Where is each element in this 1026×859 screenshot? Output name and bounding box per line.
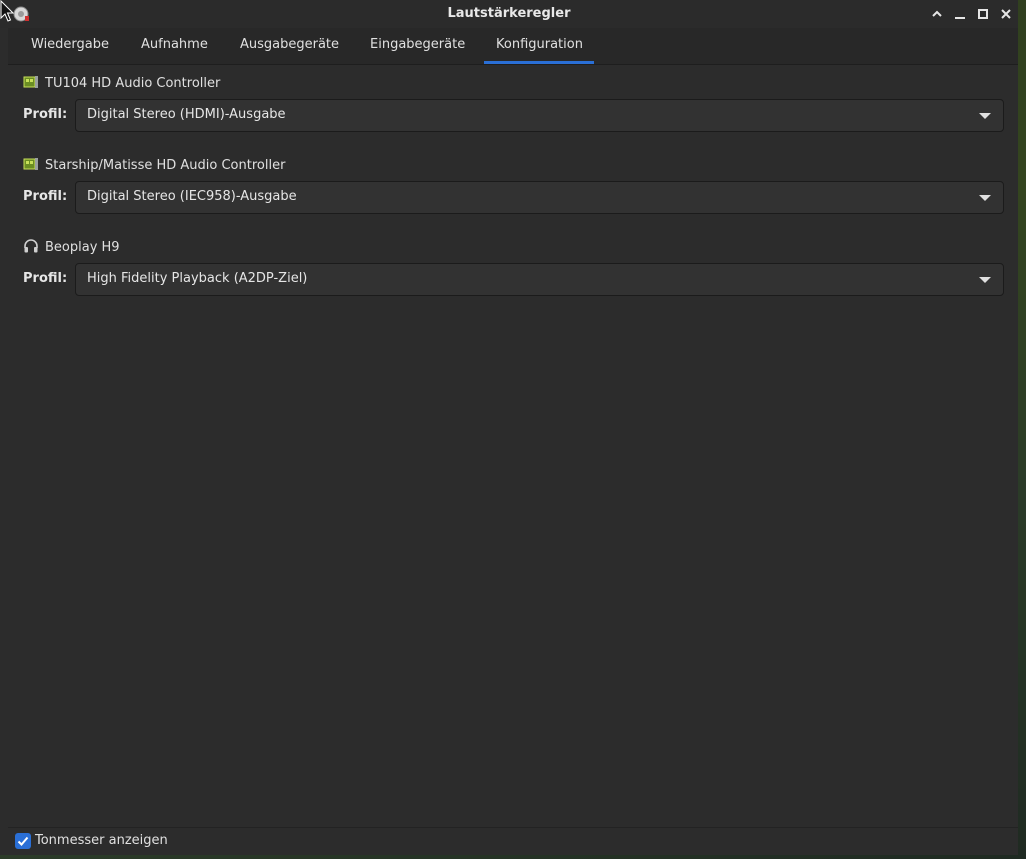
profile-select-value: Digital Stereo (IEC958)-Ausgabe: [87, 189, 297, 204]
show-meters-label[interactable]: Tonmesser anzeigen: [35, 833, 168, 848]
chevron-down-icon: [979, 113, 991, 119]
profile-select-value: High Fidelity Playback (A2DP-Ziel): [87, 271, 308, 286]
tab-wiedergabe[interactable]: Wiedergabe: [19, 28, 121, 64]
profile-label: Profil:: [23, 189, 68, 204]
headphones-icon: [24, 239, 38, 253]
tab-konfiguration[interactable]: Konfiguration: [484, 28, 594, 64]
chevron-down-icon: [979, 195, 991, 201]
tab-bar: Wiedergabe Aufnahme Ausgabegeräte Eingab…: [8, 28, 1018, 65]
sound-card-icon: [23, 158, 38, 170]
close-icon[interactable]: [998, 6, 1014, 22]
tab-eingabegeraete[interactable]: Eingabegeräte: [358, 28, 477, 64]
window-title: Lautstärkeregler: [447, 6, 571, 21]
profile-select-starship-matisse[interactable]: Digital Stereo (IEC958)-Ausgabe: [75, 181, 1004, 214]
chevron-up-icon[interactable]: [929, 6, 945, 22]
title-bar[interactable]: Lautstärkeregler: [0, 0, 1018, 28]
show-meters-checkbox[interactable]: [15, 833, 31, 849]
profile-select-beoplay-h9[interactable]: High Fidelity Playback (A2DP-Ziel): [75, 263, 1004, 296]
card-title-beoplay-h9: Beoplay H9: [23, 238, 120, 258]
volume-control-window: Lautstärkeregler Wiedergabe Aufnahme Aus…: [0, 0, 1018, 855]
mouse-cursor-icon: [0, 0, 14, 22]
card-name: TU104 HD Audio Controller: [45, 76, 221, 91]
card-name: Starship/Matisse HD Audio Controller: [45, 158, 286, 173]
configuration-panel: TU104 HD Audio Controller Profil: Digita…: [8, 65, 1018, 825]
profile-select-value: Digital Stereo (HDMI)-Ausgabe: [87, 107, 286, 122]
profile-label: Profil:: [23, 107, 68, 122]
tab-aufnahme[interactable]: Aufnahme: [129, 28, 220, 64]
card-name: Beoplay H9: [45, 240, 120, 255]
footer-bar: Tonmesser anzeigen: [8, 827, 1018, 854]
card-title-tu104: TU104 HD Audio Controller: [23, 74, 220, 94]
maximize-icon[interactable]: [975, 6, 991, 22]
minimize-icon[interactable]: [952, 6, 968, 22]
sound-card-icon: [23, 76, 38, 88]
profile-select-tu104[interactable]: Digital Stereo (HDMI)-Ausgabe: [75, 99, 1004, 132]
card-title-starship-matisse: Starship/Matisse HD Audio Controller: [23, 156, 285, 176]
chevron-down-icon: [979, 277, 991, 283]
tab-ausgabegeraete[interactable]: Ausgabegeräte: [228, 28, 351, 64]
checkmark-icon: [17, 836, 29, 846]
profile-label: Profil:: [23, 271, 68, 286]
